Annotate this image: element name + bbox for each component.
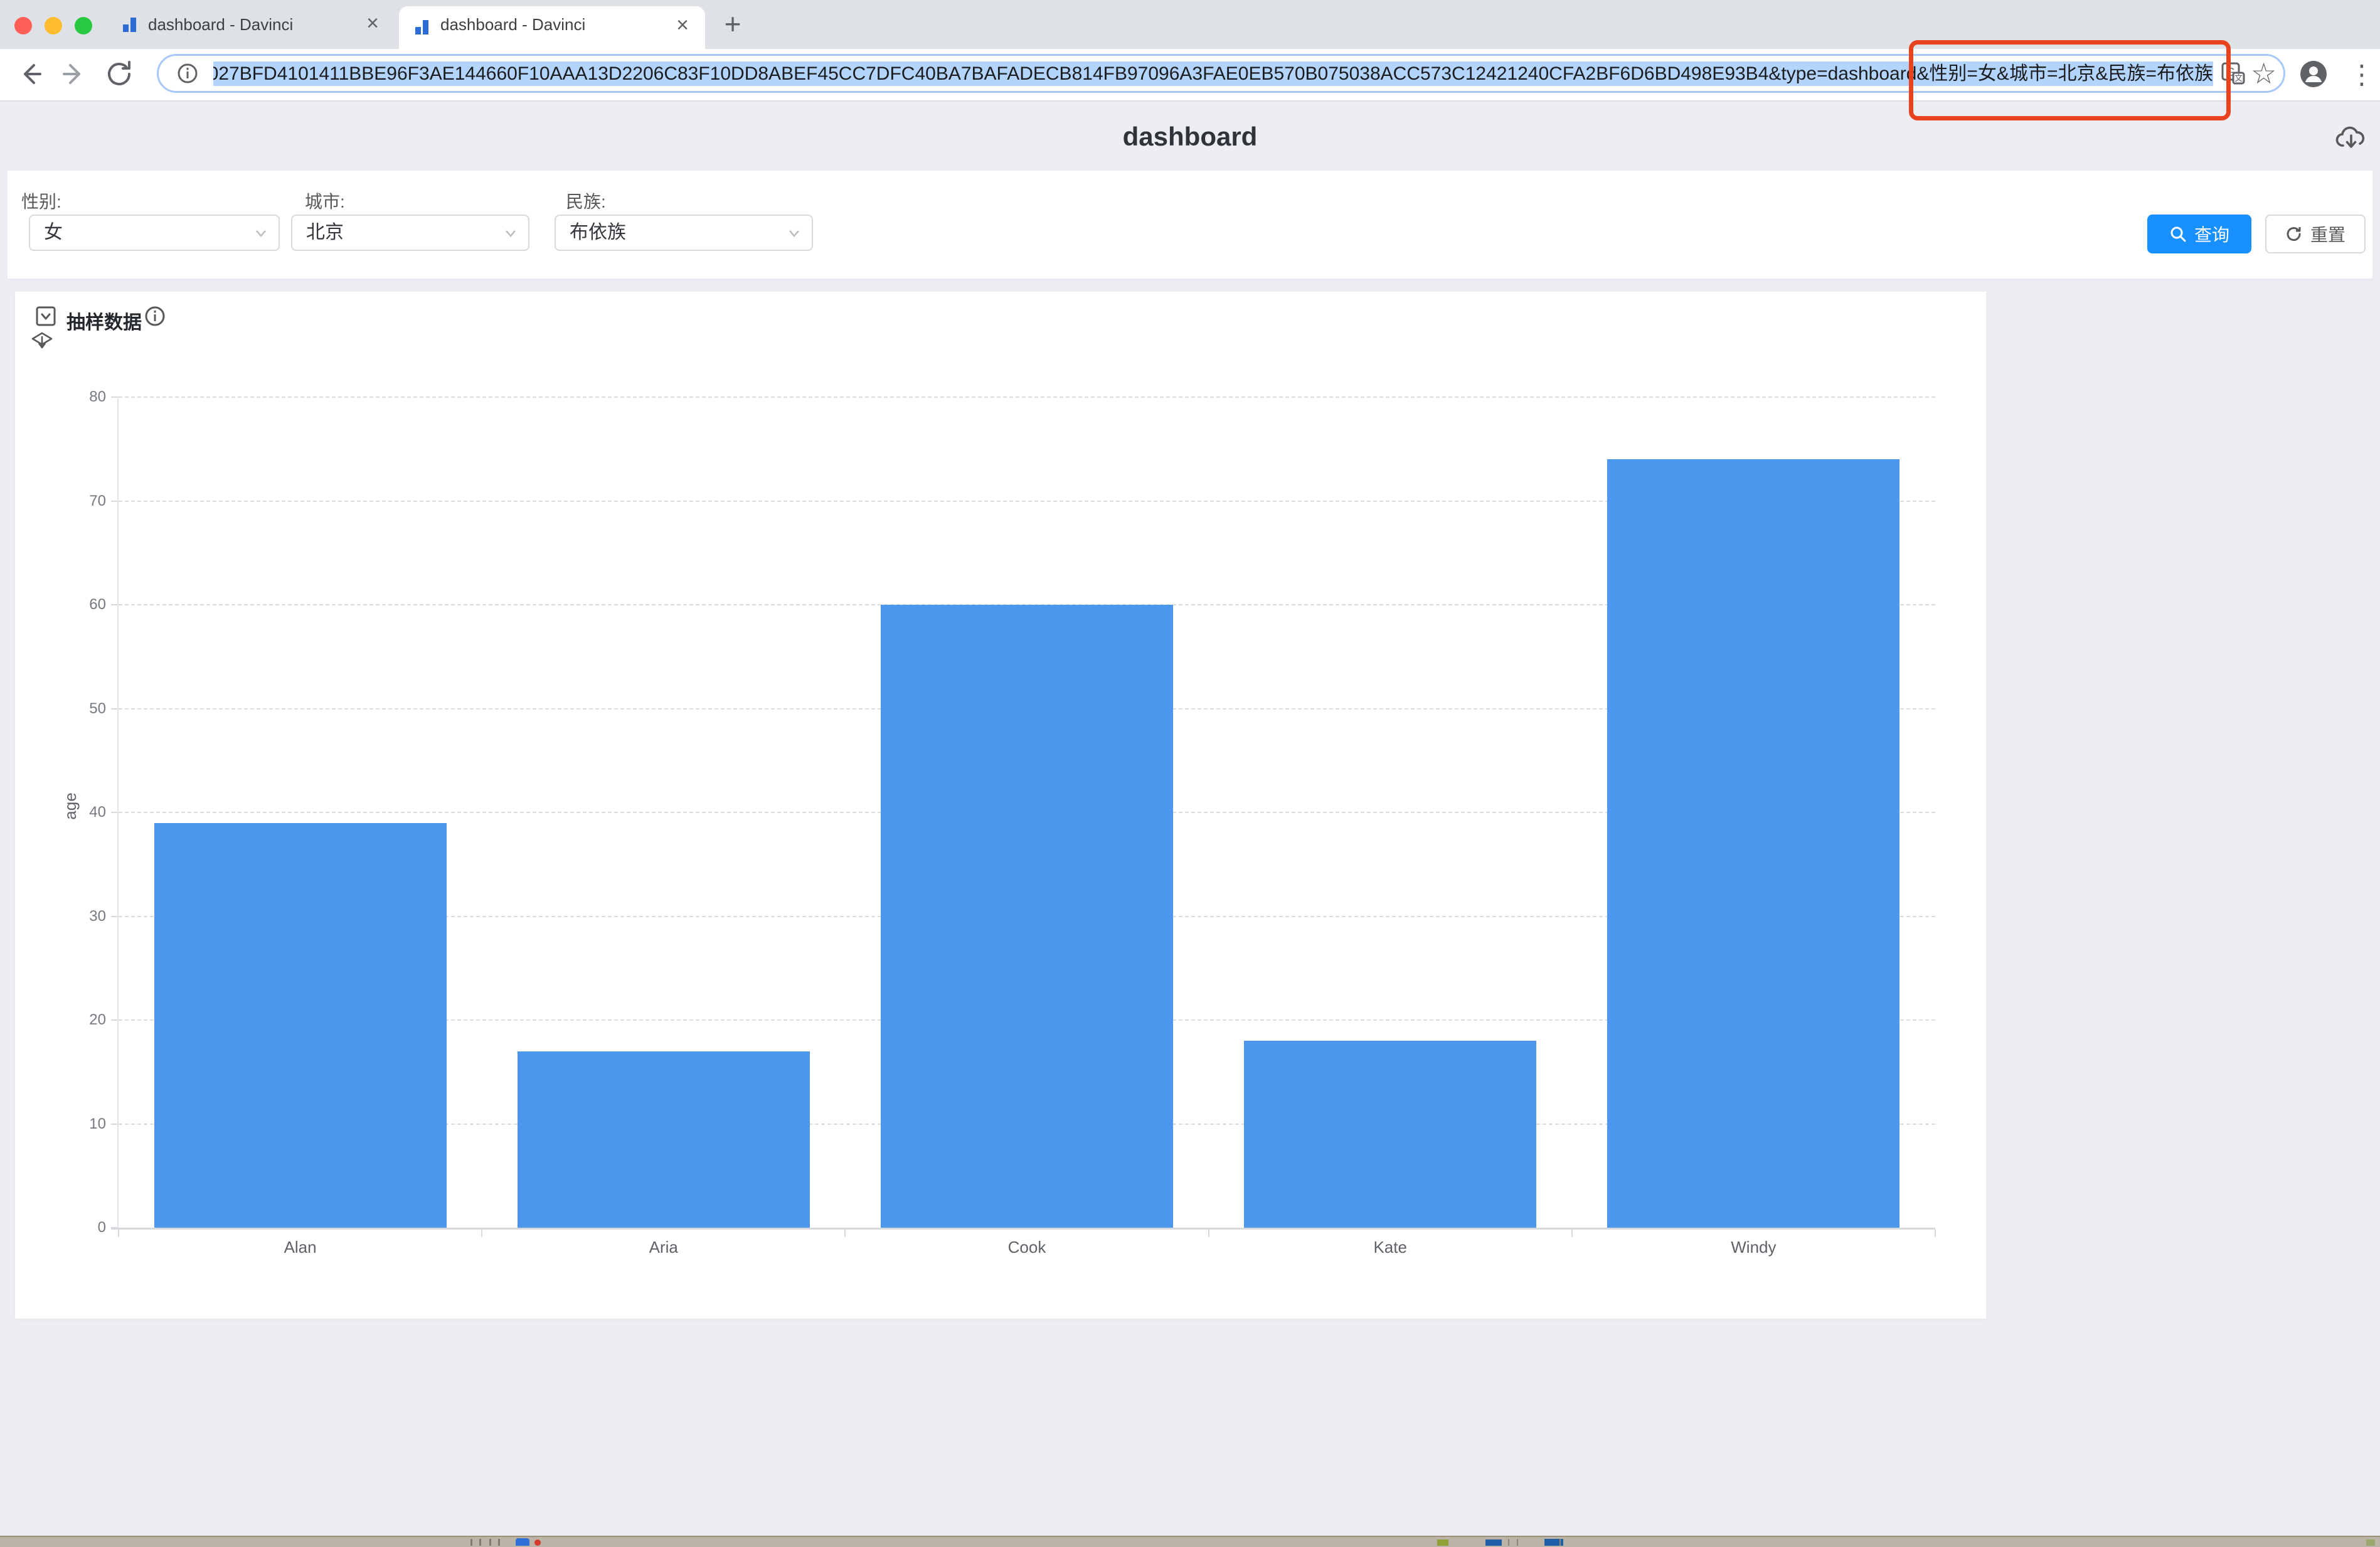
url-params-segment: &性别=女&城市=北京&民族=布依族 (1916, 61, 2213, 86)
translate-icon[interactable]: G文 (2221, 61, 2246, 87)
chevron-down-icon (787, 226, 802, 241)
macos-zoom-button[interactable] (75, 17, 92, 35)
ethnicity-select-value: 布依族 (570, 216, 626, 250)
reset-button-label: 重置 (2310, 221, 2345, 247)
dock-app-icon[interactable] (516, 1538, 529, 1546)
x-category-label: Alan (119, 1238, 482, 1257)
bar-cook[interactable] (881, 605, 1173, 1228)
x-axis-tick (844, 1230, 846, 1237)
macos-minimize-button[interactable] (45, 17, 62, 35)
y-tick-label: 40 (56, 804, 106, 821)
bar-alan[interactable] (154, 823, 447, 1228)
chart-plot: 0 10 20 30 40 50 60 70 80 AlanAriaCookKateWindy (15, 292, 1986, 1319)
macos-dock-sliver[interactable] (0, 1536, 2380, 1547)
tab-close-icon[interactable]: × (366, 0, 379, 49)
x-category-label: Windy (1572, 1238, 1935, 1257)
y-tick-label: 0 (56, 1219, 106, 1236)
dock-app-icon[interactable] (1485, 1539, 1502, 1546)
tab-title: dashboard - Davinci (148, 0, 355, 49)
page-title: dashboard (0, 122, 2380, 152)
tab-dashboard-2[interactable]: dashboard - Davinci × (399, 6, 705, 49)
ethnicity-select[interactable]: 布依族 (555, 215, 813, 251)
tab-title: dashboard - Davinci (440, 6, 647, 49)
query-button-label: 查询 (2194, 221, 2229, 247)
browser-menu-kebab-icon[interactable]: ⋮ (2349, 60, 2375, 89)
forward-icon[interactable] (59, 59, 89, 89)
y-gridline (119, 396, 1935, 398)
x-axis-tick (1571, 1230, 1573, 1237)
y-tick-label: 30 (56, 908, 106, 925)
browser-window: { "colors": { "accent_blue": "#1890FF", … (0, 0, 2380, 1547)
widget-card-sample-data: 抽样数据 age 01020304050607080AlanAriaCookKa… (15, 292, 1986, 1319)
search-icon (2169, 225, 2187, 243)
reset-button[interactable]: 重置 (2265, 215, 2366, 253)
x-category-label: Cook (845, 1238, 1208, 1257)
gender-select-value: 女 (44, 216, 63, 250)
davinci-favicon-icon (120, 15, 139, 34)
profile-avatar-icon[interactable] (2298, 59, 2329, 89)
chevron-down-icon (503, 226, 518, 241)
url-text-area[interactable]: )31C605B7C115040027BFD4101411BBE96F3AE14… (213, 58, 2213, 90)
filter-label-gender: 性别: (21, 188, 61, 213)
macos-close-button[interactable] (14, 17, 32, 35)
y-tick-label: 70 (56, 492, 106, 510)
chevron-down-icon (253, 226, 268, 241)
gender-select[interactable]: 女 (29, 215, 280, 251)
filter-label-city: 城市: (305, 188, 345, 213)
tab-strip: dashboard - Davinci × dashboard - Davinc… (0, 0, 2380, 49)
new-tab-button[interactable]: + (714, 5, 752, 44)
bar-kate[interactable] (1244, 1041, 1536, 1228)
cloud-download-icon[interactable] (2335, 123, 2367, 152)
url-scrolled-segment: )31C605B7C115040027BFD4101411BBE96F3AE14… (213, 61, 1916, 86)
x-axis-tick (118, 1230, 119, 1237)
bar-windy[interactable] (1607, 459, 1899, 1228)
x-axis-tick (481, 1230, 482, 1237)
reload-icon[interactable] (104, 59, 134, 89)
x-axis-tick (1208, 1230, 1209, 1237)
back-icon[interactable] (15, 59, 45, 89)
bookmark-star-icon[interactable]: ☆ (2251, 59, 2276, 88)
x-axis-line (111, 1228, 1935, 1230)
dock-app-icon[interactable] (1437, 1539, 1448, 1546)
y-tick-label: 20 (56, 1011, 106, 1029)
x-category-label: Aria (482, 1238, 845, 1257)
x-axis-tick (1935, 1230, 1936, 1237)
reload-reset-icon (2285, 225, 2303, 243)
bar-aria[interactable] (518, 1051, 810, 1228)
y-tick-label: 60 (56, 596, 106, 614)
x-category-label: Kate (1209, 1238, 1572, 1257)
filter-label-ethnicity: 民族: (566, 188, 606, 213)
y-tick-label: 10 (56, 1115, 106, 1133)
site-info-icon[interactable] (177, 63, 198, 84)
city-select-value: 北京 (306, 216, 344, 250)
city-select[interactable]: 北京 (291, 215, 529, 251)
y-tick-label: 50 (56, 700, 106, 718)
y-axis-line (117, 397, 119, 1228)
query-button[interactable]: 查询 (2147, 215, 2251, 253)
tab-close-icon[interactable]: × (676, 6, 689, 49)
y-tick-label: 80 (56, 388, 106, 406)
svg-text:文: 文 (2234, 74, 2243, 83)
dock-app-icon[interactable] (534, 1539, 541, 1546)
tab-dashboard-1[interactable]: dashboard - Davinci × (107, 0, 395, 49)
davinci-favicon-icon (413, 18, 432, 36)
dock-app-icon[interactable] (2366, 1539, 2375, 1546)
